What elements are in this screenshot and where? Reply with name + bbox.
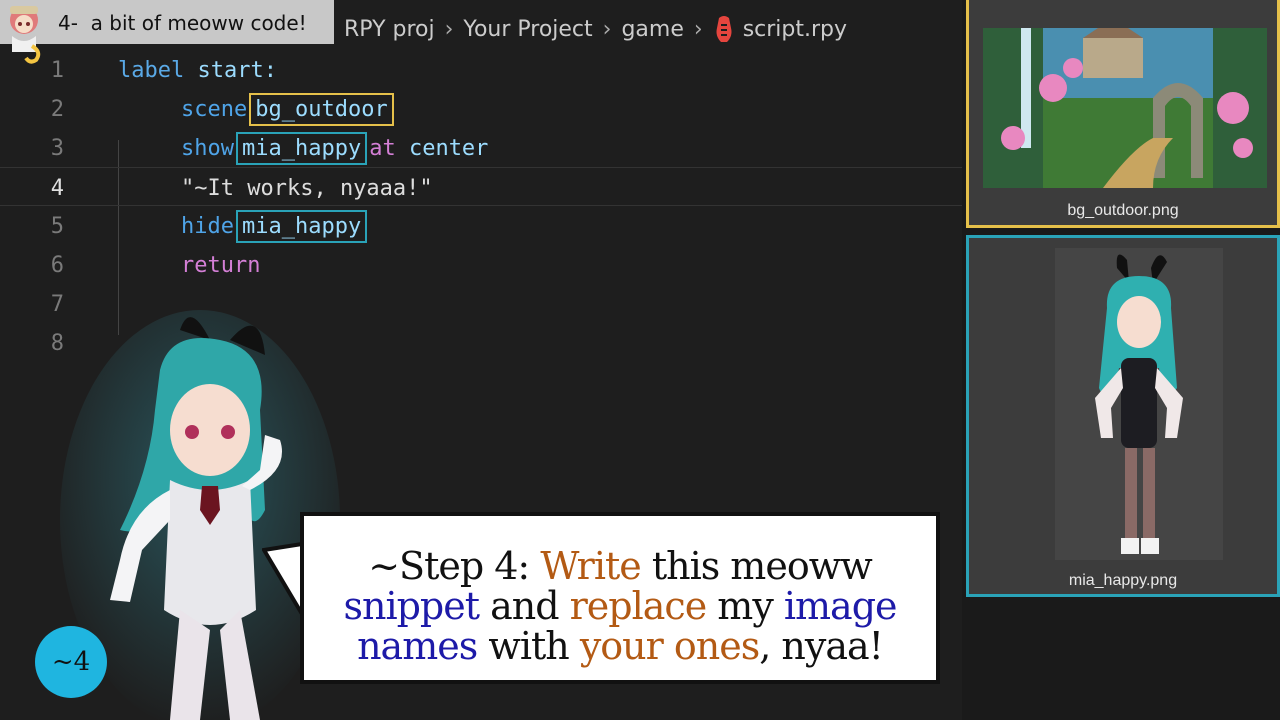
chevron-right-icon: › xyxy=(602,16,612,42)
line-number: 5 xyxy=(50,214,64,239)
code-text: scene bg_outdoor xyxy=(181,93,396,126)
asset-card-mia-happy[interactable]: mia_happy.png xyxy=(966,235,1280,597)
asset-caption: bg_outdoor.png xyxy=(1067,202,1179,219)
code-line-current[interactable]: 4 "~It works, nyaaa!" xyxy=(0,167,962,206)
code-line[interactable]: 2 scene bg_outdoor xyxy=(0,89,962,128)
code-text: label start: xyxy=(118,58,277,83)
breadcrumb-item-game[interactable]: game xyxy=(621,17,683,42)
line-number: 6 xyxy=(50,253,64,278)
chevron-right-icon: › xyxy=(444,16,454,42)
breadcrumb-item-rpy-proj[interactable]: RPY proj xyxy=(344,17,435,42)
line-number-active: 4 xyxy=(50,176,64,201)
renpy-file-icon xyxy=(716,16,732,42)
breadcrumb-item-your-project[interactable]: Your Project xyxy=(463,17,592,42)
speech-bubble: ~Step 4: Write this meoww snippet and re… xyxy=(300,512,940,684)
asset-card-bg-outdoor[interactable]: bg_outdoor.png xyxy=(966,0,1280,228)
mia-sprite-image xyxy=(1055,248,1223,560)
line-number: 2 xyxy=(50,97,64,122)
code-line[interactable]: 5 hide mia_happy xyxy=(0,206,962,245)
breadcrumb-item-script-file[interactable]: script.rpy xyxy=(743,17,847,42)
code-line[interactable]: 6 return xyxy=(0,245,962,284)
highlighted-image-name: bg_outdoor xyxy=(249,93,394,126)
asset-caption: mia_happy.png xyxy=(1068,572,1178,589)
outdoor-scene-image xyxy=(983,28,1267,188)
tutorial-title: 4- a bit of meoww code! xyxy=(58,11,307,35)
code-text: "~It works, nyaaa!" xyxy=(181,176,433,201)
code-text: show mia_happy at center xyxy=(181,132,488,165)
line-number: 8 xyxy=(50,331,64,356)
code-line[interactable]: 1 label start: xyxy=(0,50,962,89)
code-text: hide mia_happy xyxy=(181,210,369,243)
breadcrumb: RPY proj › Your Project › game › script.… xyxy=(344,13,847,45)
line-number: 1 xyxy=(50,58,64,83)
highlighted-image-name: mia_happy xyxy=(235,132,368,165)
line-number: 3 xyxy=(50,136,64,161)
code-line[interactable]: 3 show mia_happy at center xyxy=(0,128,962,167)
step-badge: ~4 xyxy=(35,626,107,698)
code-text: return xyxy=(181,253,261,278)
highlighted-image-name: mia_happy xyxy=(235,210,368,243)
line-number: 7 xyxy=(50,292,64,317)
chevron-right-icon: › xyxy=(693,16,703,42)
tutorial-title-chip: 4- a bit of meoww code! xyxy=(0,0,334,64)
speech-bubble-text: ~Step 4: Write this meoww snippet and re… xyxy=(343,544,897,668)
